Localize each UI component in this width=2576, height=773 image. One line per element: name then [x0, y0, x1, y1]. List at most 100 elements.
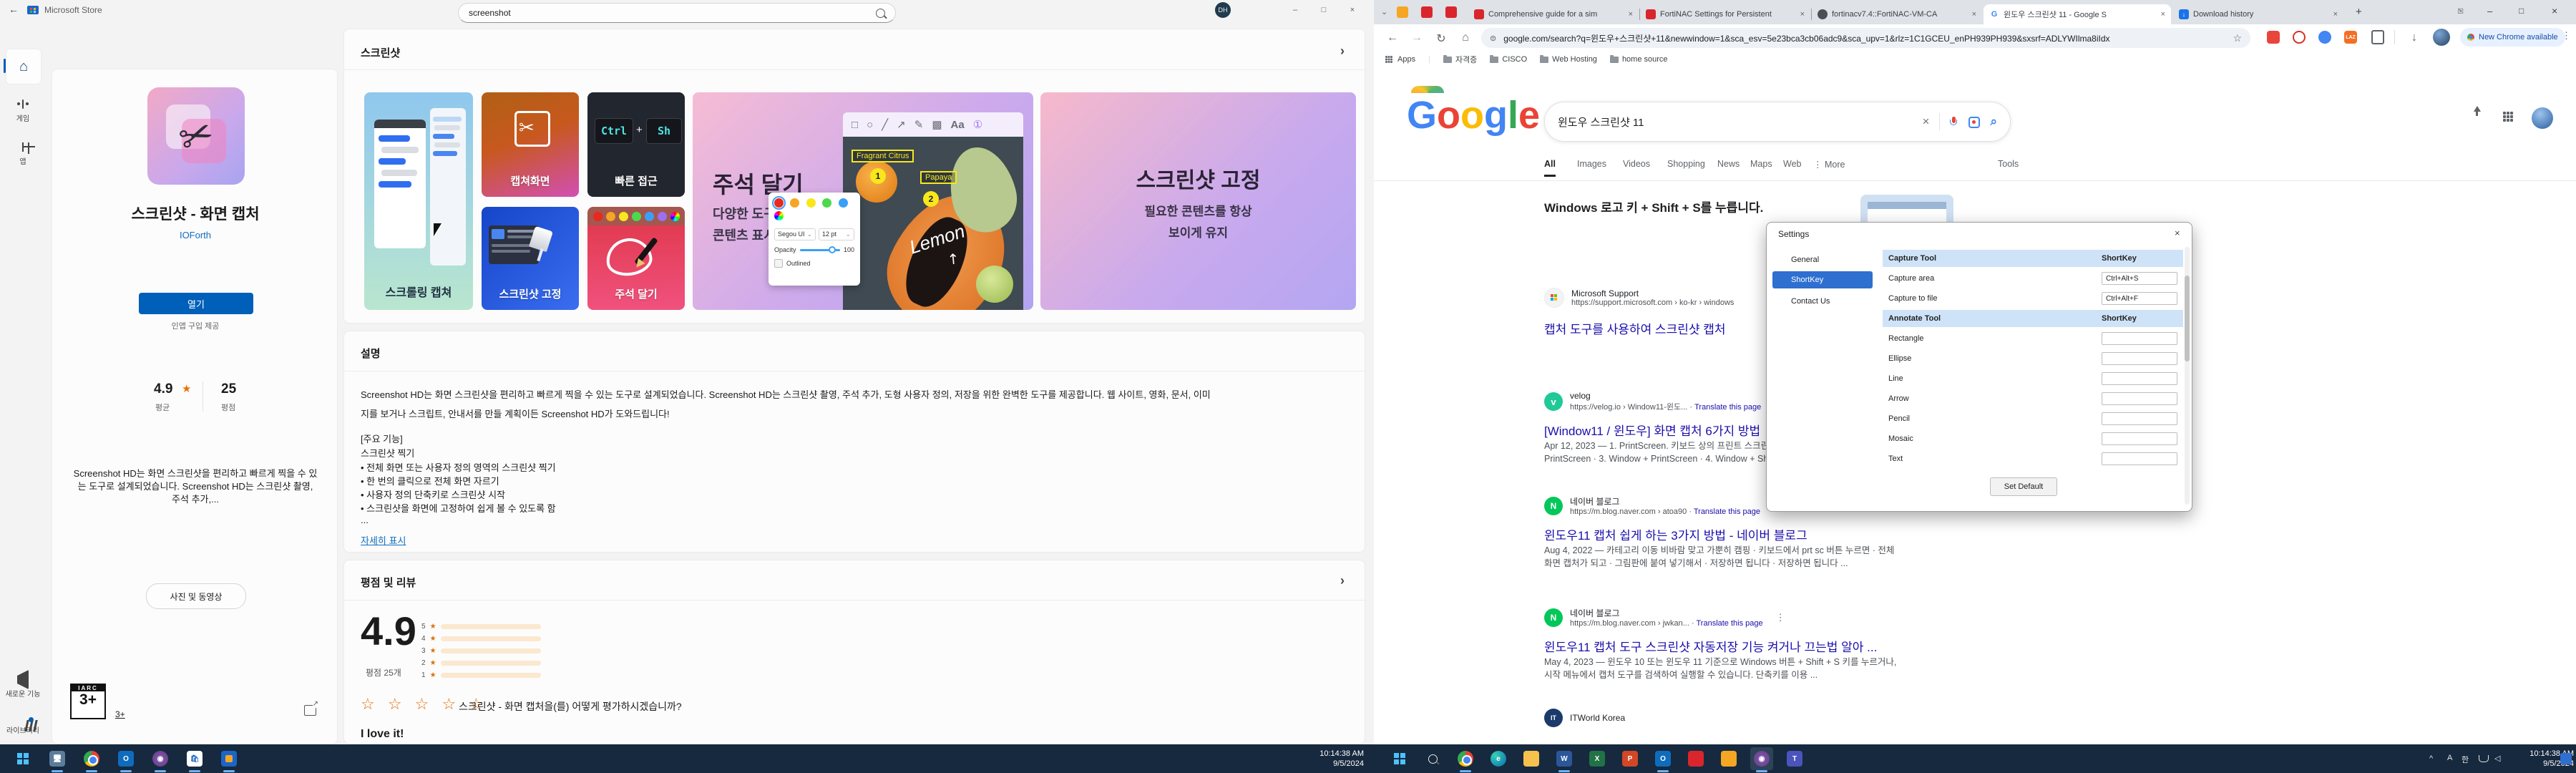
result-menu-icon[interactable]: ⋮	[1776, 612, 1785, 623]
tab-download-history[interactable]: ↓ Download history ×	[2173, 4, 2343, 24]
address-bar[interactable]: ⊜ google.com/search?q=윈도우+스크린샷+11&newwin…	[1481, 28, 2250, 48]
clear-icon[interactable]: ×	[1923, 115, 1930, 129]
tools-button[interactable]: Tools	[1998, 159, 2019, 169]
tab-close-icon[interactable]: ×	[2161, 10, 2165, 19]
taskbar-app-forti[interactable]	[1684, 747, 1707, 770]
start-button-right[interactable]	[1388, 747, 1411, 770]
search-submit-icon[interactable]: ⌕	[1990, 115, 1997, 129]
taskbar-app-explorer[interactable]	[1520, 747, 1543, 770]
color-wheel[interactable]	[774, 211, 784, 220]
sidebar-item-home[interactable]: ⌂	[6, 49, 42, 84]
screenshot-card-pin[interactable]: 스크린샷 고정	[482, 207, 579, 310]
pin-icon[interactable]: ⎆	[2454, 5, 2467, 17]
capture-to-file-shortcut-input[interactable]: Ctrl+Alt+F	[2102, 292, 2177, 305]
dialog-close-icon[interactable]: ×	[2175, 228, 2180, 238]
bookmark-folder[interactable]: 자격증	[1443, 54, 1477, 65]
tray-lang-a[interactable]: A	[2447, 754, 2452, 762]
sidebar-item-games[interactable]: 게임	[0, 100, 46, 123]
scrollbar-thumb[interactable]	[2185, 276, 2190, 361]
screenshot-card-capture[interactable]: ✂ 캡쳐화면	[482, 92, 579, 197]
color-orange[interactable]	[790, 198, 799, 208]
store-account-avatar[interactable]: DH	[1215, 2, 1231, 18]
tab-more[interactable]: ⋮ More	[1813, 159, 1845, 170]
tab-fortinac-settings[interactable]: FortiNAC Settings for Persistent ×	[1640, 4, 1810, 24]
menu-kebab-icon[interactable]: ⋮	[2562, 30, 2571, 42]
home-icon[interactable]: ⌂	[1455, 31, 1475, 44]
extension-icon-3[interactable]	[2318, 31, 2331, 44]
store-search-input[interactable]: screenshot	[458, 3, 896, 23]
shortcut-input[interactable]	[2102, 372, 2177, 385]
result-link[interactable]: 윈도우11 캡처 쉽게 하는 3가지 방법 - 네이버 블로그	[1544, 525, 1807, 543]
back-icon[interactable]: ←	[1382, 31, 1402, 44]
google-lens-icon[interactable]	[1968, 117, 1979, 127]
downloads-icon[interactable]: ↓	[2404, 31, 2424, 44]
dialog-scrollbar[interactable]	[2185, 247, 2190, 505]
maximize-icon[interactable]: □	[1309, 0, 1338, 20]
taskbar-search[interactable]	[1421, 747, 1444, 770]
voice-search-icon[interactable]	[1950, 117, 1957, 127]
bookmark-folder[interactable]: Web Hosting	[1540, 55, 1597, 64]
tray-chevron-icon[interactable]: ^	[2429, 754, 2433, 763]
result-source-row[interactable]: Microsoft Supporthttps://support.microso…	[1544, 288, 1734, 308]
taskbar-app-mail[interactable]	[218, 747, 240, 770]
tab-google-search-active[interactable]: G 윈도우 스크린샷 11 - Google S ×	[1984, 4, 2171, 24]
google-apps-grid-icon[interactable]	[2503, 112, 2513, 122]
close-icon[interactable]: ×	[2552, 5, 2557, 16]
chevron-right-icon[interactable]: ›	[1340, 573, 1345, 588]
screenshot-card-scrolling[interactable]: 스크롤링 캡쳐	[364, 92, 473, 310]
taskbar-app-chrome[interactable]	[80, 747, 103, 770]
notification-center-icon[interactable]	[2560, 753, 2572, 764]
reload-icon[interactable]: ↻	[1431, 31, 1451, 46]
taskbar-app-word[interactable]: W	[1553, 747, 1576, 770]
sidebar-item-apps[interactable]: 앱	[0, 143, 46, 166]
site-info-icon[interactable]: ⊜	[1490, 34, 1496, 43]
settings-nav-contact[interactable]: Contact Us	[1772, 293, 1873, 310]
font-select[interactable]: Segou UI⌄	[774, 228, 816, 240]
tab-shopping[interactable]: Shopping	[1667, 159, 1705, 169]
maximize-icon[interactable]: □	[2519, 6, 2524, 16]
result-link[interactable]: 윈도우11 캡처 도구 스크린샷 자동저장 기능 켜거나 끄는법 알아 ...	[1544, 637, 1877, 655]
sidebar-item-library[interactable]: 라이브러리	[0, 720, 46, 735]
close-icon[interactable]: ×	[1338, 0, 1367, 20]
opacity-slider[interactable]	[800, 249, 840, 251]
network-icon[interactable]	[2479, 755, 2489, 762]
screenshot-card-quick-access[interactable]: Ctrl + Sh 빠른 접근	[587, 92, 685, 197]
taskbar-app-remote[interactable]: 🖥	[46, 747, 69, 770]
set-default-button[interactable]: Set Default	[1990, 477, 2057, 496]
taskbar-app-outlook-right[interactable]: O	[1652, 747, 1674, 770]
share-icon[interactable]	[304, 705, 316, 716]
google-doodle-logo[interactable]: Google	[1407, 93, 1540, 137]
taskbar-app-excel[interactable]: X	[1586, 747, 1609, 770]
bookmark-folder[interactable]: CISCO	[1490, 55, 1527, 64]
taskbar-app-notes[interactable]	[1717, 747, 1740, 770]
color-yellow[interactable]	[806, 198, 816, 208]
app-publisher-link[interactable]: IOForth	[52, 230, 338, 240]
screenshot-card-annotate[interactable]: 주석 달기	[587, 207, 685, 310]
result-source-row[interactable]: IT ITWorld Korea	[1544, 709, 1625, 727]
tab-fortinac-vm[interactable]: fortinacv7.4::FortiNAC-VM-CA ×	[1812, 4, 1982, 24]
tab-all[interactable]: All	[1544, 159, 1556, 177]
open-button[interactable]: 열기	[139, 293, 253, 314]
minimize-icon[interactable]: –	[1281, 0, 1309, 20]
result-link[interactable]: 캡처 도구를 사용하여 스크린샷 캡처	[1544, 319, 1726, 337]
shortcut-input[interactable]	[2102, 392, 2177, 405]
tab-close-icon[interactable]: ×	[1800, 10, 1805, 19]
pinned-tab-1[interactable]	[1397, 6, 1408, 18]
outlined-checkbox[interactable]	[774, 259, 783, 268]
search-icon[interactable]	[876, 9, 885, 18]
volume-icon[interactable]: ◁	[2494, 754, 2500, 763]
shortcut-input[interactable]	[2102, 352, 2177, 365]
sidebar-item-whats-new[interactable]: 새로운 기능	[0, 676, 46, 699]
tab-search-icon[interactable]: ⌄	[1381, 7, 1387, 16]
extension-icon-lazada[interactable]: LAZ	[2344, 31, 2357, 44]
taskbar-app-screenshot[interactable]: ◉	[149, 747, 172, 770]
font-size-select[interactable]: 12 pt⌄	[819, 228, 854, 240]
google-account-avatar[interactable]	[2532, 107, 2553, 129]
bookmark-apps[interactable]: Apps	[1384, 54, 1415, 64]
shortcut-input[interactable]	[2102, 332, 2177, 345]
google-search-box[interactable]: 윈도우 스크린샷 11 × ⌕	[1544, 102, 2011, 142]
color-red[interactable]	[774, 198, 784, 208]
shortcut-input[interactable]	[2102, 452, 2177, 465]
taskbar-app-screenshot-active[interactable]: ◉	[1750, 747, 1773, 770]
shortcut-input[interactable]	[2102, 412, 2177, 425]
